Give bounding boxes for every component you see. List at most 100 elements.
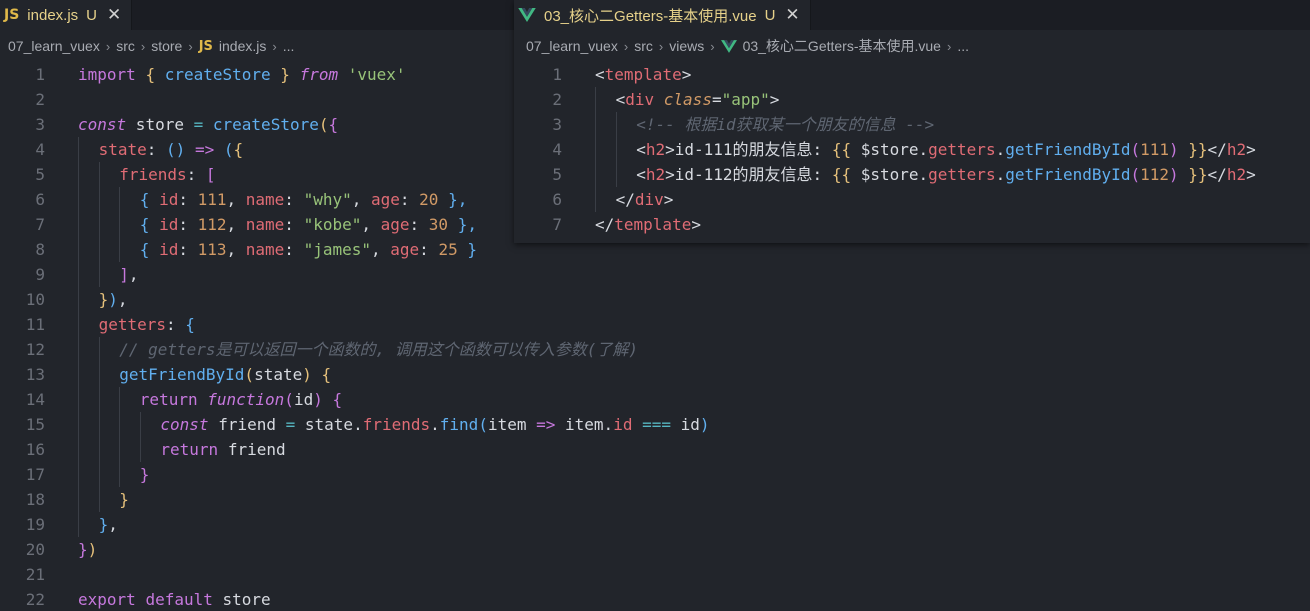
code-line[interactable]: 15 const friend = state.friends.find(item… (0, 412, 1310, 437)
code-token: > (1246, 165, 1256, 184)
code-text: // getters是可以返回一个函数的, 调用这个函数可以传入参数(了解) (78, 337, 638, 362)
editor-pane-vue-file[interactable]: 03_核心二Getters-基本使用.vue U ✕ 07_learn_vuex… (514, 0, 1310, 243)
breadcrumb-item-folder[interactable]: views › (669, 38, 720, 54)
code-line[interactable]: 17} (0, 462, 1310, 487)
code-token: > (691, 215, 701, 234)
code-token: > (769, 90, 780, 109)
code-text: </div> (595, 187, 674, 212)
code-token: . (430, 415, 440, 434)
code-token: 30 (428, 215, 449, 234)
code-text: { id: 111, name: "why", age: 20 }, (78, 187, 468, 212)
breadcrumb-item-symbols[interactable]: ... (283, 38, 295, 54)
code-token: friends (362, 415, 431, 434)
code-line[interactable]: 10}), (0, 287, 1310, 312)
code-token: createStore (212, 115, 319, 134)
code-token: getFriendById (1005, 140, 1131, 159)
code-line[interactable]: 7 </template> (514, 212, 1310, 237)
code-text: { id: 113, name: "james", age: 25 } (78, 237, 477, 262)
breadcrumb-item-folder[interactable]: store › (151, 38, 198, 54)
code-text: friends: [ (78, 162, 215, 187)
code-token: function (207, 390, 285, 409)
code-token: ( (284, 390, 294, 409)
code-text: }) (78, 537, 97, 562)
code-token: , (128, 265, 139, 284)
code-token: } (78, 540, 88, 559)
code-token: } (139, 465, 150, 484)
code-token: from (299, 65, 339, 84)
code-editor-text-area[interactable]: 1 <template> 2 <div class="app"> 3 <!-- 根据id获… (514, 62, 1310, 237)
code-token: template (604, 65, 682, 84)
code-line[interactable]: 19}, (0, 512, 1310, 537)
close-icon[interactable]: ✕ (107, 5, 121, 25)
tab-filename: index.js (27, 6, 79, 24)
chevron-right-icon: › (623, 38, 629, 54)
code-line[interactable]: 14 return function(id) { (0, 387, 1310, 412)
code-token: ( (244, 365, 255, 384)
code-line[interactable]: 21 (0, 562, 1310, 587)
code-token: , (226, 215, 246, 234)
line-number: 3 (35, 115, 45, 134)
code-token: > (1246, 140, 1256, 159)
code-text: }, (78, 512, 118, 537)
breadcrumb-item-file[interactable]: JS index.js › (199, 38, 283, 54)
code-token: => (194, 140, 215, 159)
code-token: } (98, 290, 109, 309)
breadcrumb-item-folder[interactable]: 07_learn_vuex › (8, 38, 116, 54)
untracked-status-badge: U (86, 6, 97, 24)
code-line[interactable]: 3 <!-- 根据id获取某一个朋友的信息 --> (514, 112, 1310, 137)
code-line[interactable]: 5 <h2>id-112的朋友信息: {{ $store.getters.getF… (514, 162, 1310, 187)
breadcrumb-item-folder[interactable]: src › (116, 38, 151, 54)
code-token: ( (478, 415, 488, 434)
code-token: </ (1207, 140, 1227, 159)
code-token: } (457, 240, 477, 259)
line-number: 21 (25, 565, 45, 584)
code-token: < (595, 65, 605, 84)
code-line[interactable]: 2 <div class="app"> (514, 87, 1310, 112)
breadcrumb-item-file[interactable]: 03_核心二Getters-基本使用.vue › (720, 36, 958, 56)
code-token: ) (108, 290, 118, 309)
breadcrumb-item-symbols[interactable]: ... (957, 38, 969, 54)
code-token: const (160, 415, 209, 434)
breadcrumb-item-folder[interactable]: src › (634, 38, 669, 54)
code-line[interactable]: 11 getters: { (0, 312, 1310, 337)
tab-vue-file[interactable]: 03_核心二Getters-基本使用.vue U ✕ (514, 0, 811, 30)
code-line[interactable]: 13 getFriendById(state) { (0, 362, 1310, 387)
code-line[interactable]: 1 <template> (514, 62, 1310, 87)
tab-index-js[interactable]: JS index.js U ✕ (0, 0, 133, 30)
code-token: }} (1188, 165, 1208, 184)
line-number: 19 (25, 515, 45, 534)
close-icon[interactable]: ✕ (785, 5, 799, 25)
code-token: // getters是可以返回一个函数的, 调用这个函数可以传入参数(了解) (119, 340, 639, 359)
breadcrumb-item-folder[interactable]: 07_learn_vuex › (526, 38, 634, 54)
code-line[interactable]: 4 <h2>id-111的朋友信息: {{ $store.getters.getF… (514, 137, 1310, 162)
code-text: import { createStore } from 'vuex' (78, 62, 406, 87)
code-token: { (145, 65, 165, 84)
breadcrumb: 07_learn_vuex › src › views › 03_核心二Getters… (514, 30, 1310, 62)
code-text: <template> (595, 62, 691, 87)
code-token: : (419, 240, 439, 259)
code-text: export default store (78, 587, 271, 611)
line-number: 18 (25, 490, 45, 509)
chevron-right-icon: › (658, 38, 664, 54)
line-number: 5 (35, 165, 45, 184)
code-line[interactable]: 6 </div> (514, 187, 1310, 212)
code-line[interactable]: 12 // getters是可以返回一个函数的, 调用这个函数可以传入参数(了解) (0, 337, 1310, 362)
code-line[interactable]: 20}) (0, 537, 1310, 562)
code-token: ) (313, 390, 323, 409)
code-text: getFriendById(state) { (78, 362, 331, 387)
code-line[interactable]: 9], (0, 262, 1310, 287)
code-token: item. (555, 415, 614, 434)
code-token: > (663, 190, 674, 209)
code-line[interactable]: 16 return friend (0, 437, 1310, 462)
code-token: name (245, 190, 285, 209)
code-line[interactable]: 18} (0, 487, 1310, 512)
line-number: 16 (25, 440, 45, 459)
code-token: </ (1207, 165, 1227, 184)
line-number: 7 (35, 215, 45, 234)
code-token: id-112的朋友信息: (674, 165, 832, 184)
code-token: friends (119, 165, 187, 184)
code-line[interactable]: 22 export default store (0, 587, 1310, 611)
code-token: name (245, 240, 285, 259)
code-token: > (681, 65, 692, 84)
